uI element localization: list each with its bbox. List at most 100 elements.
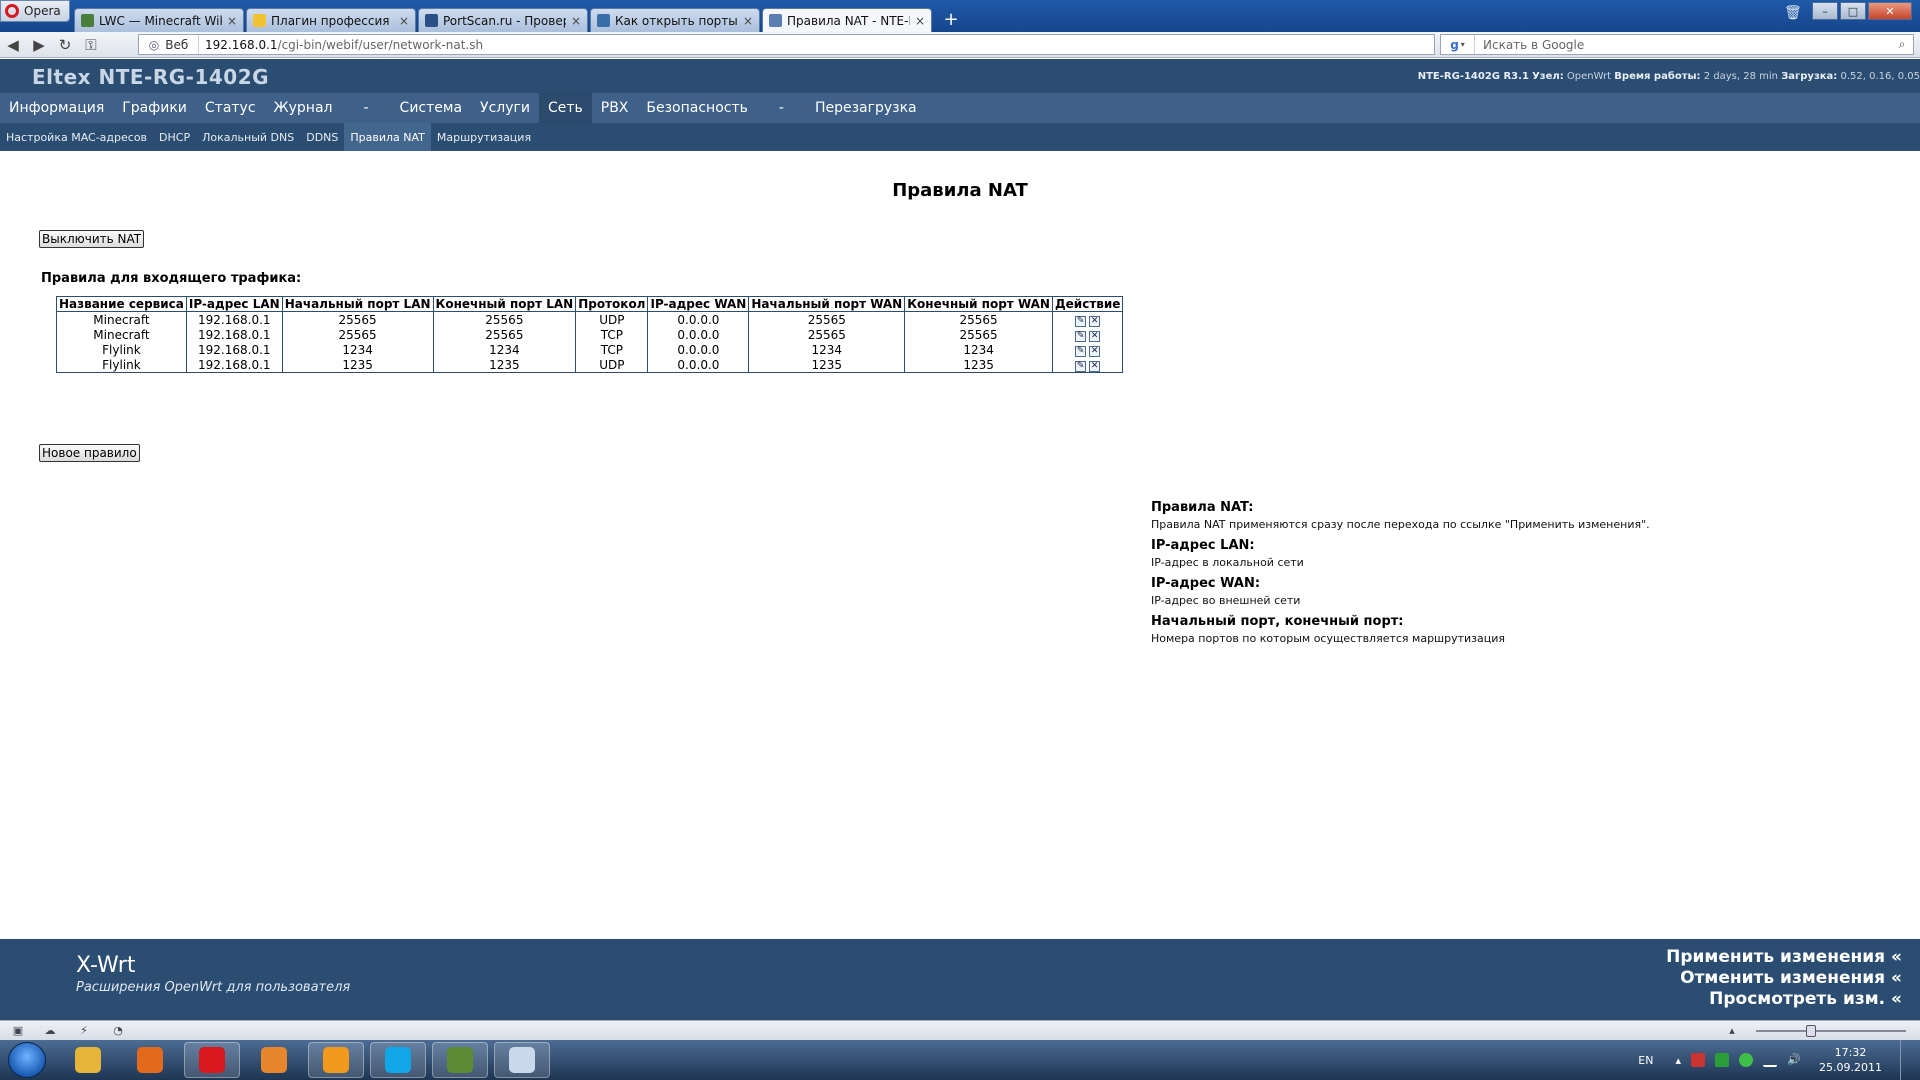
submenu-item[interactable]: Локальный DNS: [196, 123, 300, 151]
network-agent-icon[interactable]: [1739, 1053, 1754, 1067]
browser-tab[interactable]: Как открыть порты дл... ×: [590, 8, 760, 32]
trash-icon[interactable]: 🗑: [1784, 5, 1802, 21]
delete-icon[interactable]: ✕: [1089, 316, 1101, 327]
page-title: Правила NAT: [892, 180, 1028, 201]
tab-close-icon[interactable]: ×: [915, 14, 925, 28]
menu-item[interactable]: Журнал: [265, 93, 342, 123]
edit-icon[interactable]: ✎: [1075, 331, 1087, 342]
tab-close-icon[interactable]: ×: [227, 14, 237, 28]
delete-icon[interactable]: ✕: [1089, 361, 1101, 372]
opera-menu-button[interactable]: Opera: [0, 0, 70, 22]
opera-menu-label: Opera: [24, 4, 61, 18]
submenu-item[interactable]: Настройка MAC-адресов: [0, 123, 153, 151]
tab-close-icon[interactable]: ×: [399, 14, 409, 28]
menu-item[interactable]: Безопасность: [637, 93, 756, 123]
edit-icon[interactable]: ✎: [1075, 346, 1087, 357]
zoom-slider-handle[interactable]: [1806, 1025, 1816, 1037]
browser-tab[interactable]: PortScan.ru - Проверк... ×: [418, 8, 588, 32]
back-icon[interactable]: ◀: [0, 34, 26, 56]
new-rule-button[interactable]: Новое правило: [39, 444, 140, 462]
column-header: Конечный порт LAN: [432, 296, 577, 312]
language-indicator[interactable]: EN: [1638, 1054, 1653, 1067]
zoom-up-icon[interactable]: ▴: [1724, 1024, 1740, 1037]
clock[interactable]: 17:32 25.09.2011: [1819, 1045, 1882, 1075]
volume-icon[interactable]: 🔊: [1787, 1053, 1801, 1067]
menu-item[interactable]: Графики: [113, 93, 196, 123]
table-cell: 192.168.0.1: [185, 342, 283, 357]
menu-item[interactable]: Статус: [196, 93, 265, 123]
maximize-icon[interactable]: □: [1840, 2, 1866, 20]
browser-tab[interactable]: LWC — Minecraft Wiki ×: [74, 8, 244, 32]
start-button[interactable]: [8, 1042, 46, 1078]
show-desktop-button[interactable]: [1900, 1040, 1910, 1080]
edit-icon[interactable]: ✎: [1075, 361, 1087, 372]
menu-item[interactable]: Система: [391, 93, 471, 123]
tray-expand-icon[interactable]: ▴: [1675, 1054, 1681, 1067]
clock-time: 17:32: [1834, 1046, 1867, 1059]
url-path: /cgi-bin/webif/user/network-nat.sh: [277, 37, 484, 52]
browser-tab[interactable]: Правила NAT - NTE-R... ×: [762, 8, 932, 32]
new-tab-icon[interactable]: +: [940, 8, 962, 30]
taskbar-app-mail-agent[interactable]: [308, 1042, 364, 1078]
footer-link[interactable]: Просмотреть изм. «: [1666, 989, 1902, 1010]
turbo-icon[interactable]: ⚡: [76, 1024, 92, 1037]
google-icon[interactable]: g ▾: [1441, 35, 1475, 54]
table-cell: TCP: [575, 342, 649, 357]
navigation-bar: ◀ ▶ ↻ ⚿ ◎ Веб 192.168.0.1/cgi-bin/webif/…: [0, 32, 1920, 58]
tab-close-icon[interactable]: ×: [571, 14, 581, 28]
taskbar-app-skype[interactable]: [370, 1042, 426, 1078]
tab-label: Плагин профессия - ...: [271, 13, 394, 28]
minimize-icon[interactable]: –: [1812, 2, 1838, 20]
opera-unite-icon[interactable]: ☁: [42, 1024, 58, 1037]
column-header: Начальный порт LAN: [281, 296, 434, 312]
table-cell: 192.168.0.1: [185, 311, 283, 327]
shield-icon[interactable]: [1715, 1053, 1730, 1067]
address-bar[interactable]: ◎ Веб 192.168.0.1/cgi-bin/webif/user/net…: [138, 34, 1435, 55]
address-url[interactable]: 192.168.0.1/cgi-bin/webif/user/network-n…: [199, 38, 483, 52]
taskbar-app-opera[interactable]: [184, 1042, 240, 1078]
submenu-item[interactable]: DHCP: [153, 123, 196, 151]
taskbar-app-firefox[interactable]: [122, 1042, 178, 1078]
reload-icon[interactable]: ↻: [52, 34, 78, 56]
search-box[interactable]: g ▾ Искать в Google ⌕: [1440, 34, 1914, 55]
search-input[interactable]: Искать в Google: [1475, 38, 1891, 52]
wand-key-icon[interactable]: ⚿: [78, 34, 104, 56]
footer-link[interactable]: Отменить изменения «: [1666, 968, 1902, 989]
table-cell: 25565: [748, 311, 906, 327]
address-web-label: Веб: [165, 37, 189, 52]
column-header: Протокол: [575, 296, 649, 312]
edit-icon[interactable]: ✎: [1075, 316, 1087, 327]
system-tray: EN ▴ 🔊 17:32 25.09.2011: [1638, 1040, 1910, 1080]
menu-item[interactable]: Сеть: [538, 93, 592, 123]
forward-icon[interactable]: ▶: [26, 34, 52, 56]
address-web-badge[interactable]: ◎ Веб: [139, 35, 199, 54]
submenu-item[interactable]: Маршрутизация: [431, 123, 537, 151]
submenu-item[interactable]: Правила NAT: [344, 123, 431, 151]
browser-tab[interactable]: Плагин профессия - ... ×: [246, 8, 416, 32]
footer-link[interactable]: Применить изменения «: [1666, 947, 1902, 968]
delete-icon[interactable]: ✕: [1089, 331, 1101, 342]
zoom-slider[interactable]: [1756, 1030, 1906, 1032]
submenu-item[interactable]: DDNS: [300, 123, 344, 151]
menu-item[interactable]: PBX: [592, 93, 638, 123]
action-cell: ✎ ✕: [1051, 342, 1124, 357]
taskbar-app-explorer[interactable]: [60, 1042, 116, 1078]
speed-dial-icon[interactable]: ◔: [110, 1024, 126, 1037]
table-cell: 0.0.0.0: [647, 327, 750, 342]
menu-item[interactable]: Перезагрузка: [806, 93, 926, 123]
taskbar-app-paint[interactable]: [494, 1042, 550, 1078]
footer-brand: X-Wrt: [76, 953, 136, 978]
tab-close-icon[interactable]: ×: [743, 14, 753, 28]
disable-nat-button[interactable]: Выключить NAT: [39, 230, 145, 248]
close-window-icon[interactable]: ✕: [1868, 2, 1912, 20]
flag-icon[interactable]: [1691, 1053, 1706, 1067]
taskbar-app-media-player[interactable]: [246, 1042, 302, 1078]
delete-icon[interactable]: ✕: [1089, 346, 1101, 357]
panel-toggle-icon[interactable]: ▣: [10, 1024, 26, 1037]
table-cell: 192.168.0.1: [185, 357, 283, 373]
search-icon[interactable]: ⌕: [1891, 37, 1913, 52]
signal-icon[interactable]: [1763, 1053, 1778, 1067]
taskbar-app-minecraft[interactable]: [432, 1042, 488, 1078]
menu-item[interactable]: Услуги: [471, 93, 539, 123]
menu-item[interactable]: Информация: [0, 93, 113, 123]
